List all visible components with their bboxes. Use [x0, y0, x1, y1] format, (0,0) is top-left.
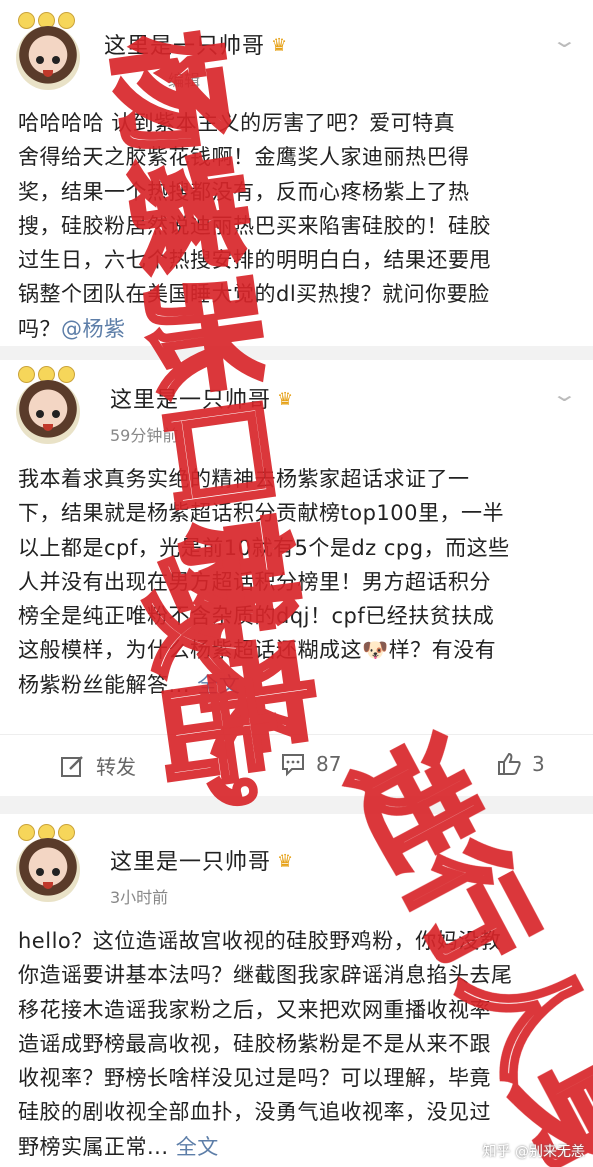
source-watermark: 知乎 @别来无恙	[482, 1144, 585, 1160]
thumbs-up-icon	[498, 752, 521, 775]
crown-icon: ♛	[277, 389, 295, 410]
comment-icon	[282, 754, 304, 777]
chevron-down-icon[interactable]: ⌄	[551, 382, 578, 406]
repost-button[interactable]: 转发	[60, 751, 136, 780]
crown-icon: ♛	[277, 851, 295, 872]
post-body: 哈哈哈哈 认到紫本主义的厉害了吧？爱可特真 舍得给天之胶紫花钱啊！金鹰奖人家迪丽…	[18, 111, 491, 341]
post-time: 59分钟前	[110, 426, 179, 445]
avatar[interactable]	[16, 838, 80, 902]
post-1: 这里是一只帅哥 ♛ 编辑 ⌄ 哈哈哈哈 认到紫本主义的厉害了吧？爱可特真 舍得给天…	[0, 0, 593, 346]
separator	[0, 346, 593, 360]
post-2: 这里是一只帅哥 ♛ 59分钟前 ⌄ 我本着求真务实绝的精神去杨紫家超话求证了一 下…	[0, 360, 593, 796]
crown-icon: ♛	[271, 35, 289, 56]
author-name[interactable]: 这里是一只帅哥 ♛	[110, 382, 294, 414]
avatar[interactable]	[16, 26, 80, 90]
read-more-link[interactable]: 全文	[176, 1135, 219, 1159]
separator	[0, 796, 593, 814]
post-body: hello？这位造谣故宫收视的硅胶野鸡粉，你妈没教 你造谣要讲基本法吗？继截图我…	[18, 929, 513, 1159]
chevron-down-icon[interactable]: ⌄	[551, 28, 578, 52]
comment-button[interactable]: 87	[280, 751, 341, 777]
author-name[interactable]: 这里是一只帅哥 ♛	[110, 844, 294, 876]
mention-link[interactable]: @杨紫	[61, 317, 126, 341]
author-name[interactable]: 这里是一只帅哥 ♛	[104, 28, 288, 60]
edit-icon	[61, 755, 83, 777]
post-3: 这里是一只帅哥 ♛ 3小时前 hello？这位造谣故宫收视的硅胶野鸡粉，你妈没教 …	[0, 814, 593, 1167]
action-bar: 转发 87 3	[0, 734, 593, 795]
avatar[interactable]	[16, 380, 80, 444]
post-body: 我本着求真务实绝的精神去杨紫家超话求证了一 下，结果就是杨紫超话积分贡献榜top…	[18, 467, 510, 697]
edited-label: 编辑	[168, 71, 201, 90]
read-more-link[interactable]: 全文	[197, 673, 240, 697]
post-time: 3小时前	[110, 888, 169, 907]
like-button[interactable]: 3	[496, 751, 545, 777]
